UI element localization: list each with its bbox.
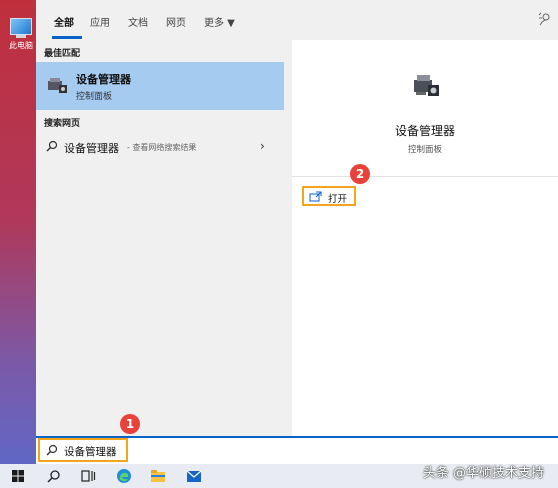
- open-button[interactable]: 打开: [302, 186, 356, 206]
- search-input[interactable]: 设备管理器: [64, 444, 117, 459]
- web-query: 设备管理器: [64, 142, 119, 155]
- this-pc-label: 此电脑: [9, 41, 33, 50]
- web-search-result[interactable]: 设备管理器 - 查看网络搜索结果 ›: [36, 135, 284, 157]
- step-badge-2: 2: [350, 164, 370, 184]
- search-icon: [46, 444, 58, 456]
- open-icon: [309, 191, 322, 202]
- feedback-icon[interactable]: [538, 12, 552, 26]
- results-list: 最佳匹配 设备管理器 控制面板 搜索网页 设备管理器 - 查看网络搜索结果 ›: [36, 40, 284, 436]
- open-label: 打开: [328, 194, 348, 205]
- tab-documents[interactable]: 文档: [128, 14, 148, 29]
- search-icon[interactable]: [46, 468, 62, 484]
- watermark: 头条 @华硕技术支持: [422, 466, 544, 481]
- preview-pane: 设备管理器 控制面板 打开: [292, 40, 558, 436]
- file-explorer-icon[interactable]: [150, 468, 166, 484]
- device-manager-icon: [48, 78, 67, 93]
- search-input-highlight[interactable]: 设备管理器: [38, 438, 128, 462]
- best-match-item[interactable]: 设备管理器 控制面板: [36, 62, 284, 110]
- best-match-type: 控制面板: [76, 92, 113, 102]
- start-search-panel: 全部 应用 文档 网页 更多 ▼ 最佳匹配 设备管理器 控制面板 搜索网页 设备…: [36, 0, 558, 464]
- best-match-name: 设备管理器: [76, 73, 131, 86]
- monitor-icon: [10, 18, 32, 35]
- this-pc-desktop-icon[interactable]: 此电脑: [6, 18, 36, 51]
- mail-icon[interactable]: [186, 468, 202, 484]
- divider: [292, 176, 558, 177]
- task-view-icon[interactable]: [80, 468, 96, 484]
- search-tabs: 全部 应用 文档 网页 更多 ▼: [36, 0, 558, 40]
- edge-icon[interactable]: [116, 468, 132, 484]
- chevron-right-icon[interactable]: ›: [260, 139, 265, 153]
- web-query-suffix: - 查看网络搜索结果: [127, 143, 197, 152]
- device-manager-icon: [414, 75, 439, 96]
- tab-web[interactable]: 网页: [166, 14, 186, 29]
- windows-icon[interactable]: [10, 468, 26, 484]
- active-tab-indicator: [52, 36, 82, 39]
- tab-apps[interactable]: 应用: [90, 14, 110, 29]
- tab-all[interactable]: 全部: [54, 14, 74, 29]
- search-icon: [46, 140, 58, 152]
- tab-more[interactable]: 更多 ▼: [204, 14, 235, 29]
- preview-app-name: 设备管理器: [394, 124, 455, 138]
- step-badge-1: 1: [120, 414, 140, 434]
- search-bar[interactable]: 设备管理器: [36, 436, 558, 464]
- preview-app-type: 控制面板: [407, 145, 442, 155]
- web-search-heading: 搜索网页: [44, 119, 81, 129]
- best-match-heading: 最佳匹配: [44, 49, 81, 59]
